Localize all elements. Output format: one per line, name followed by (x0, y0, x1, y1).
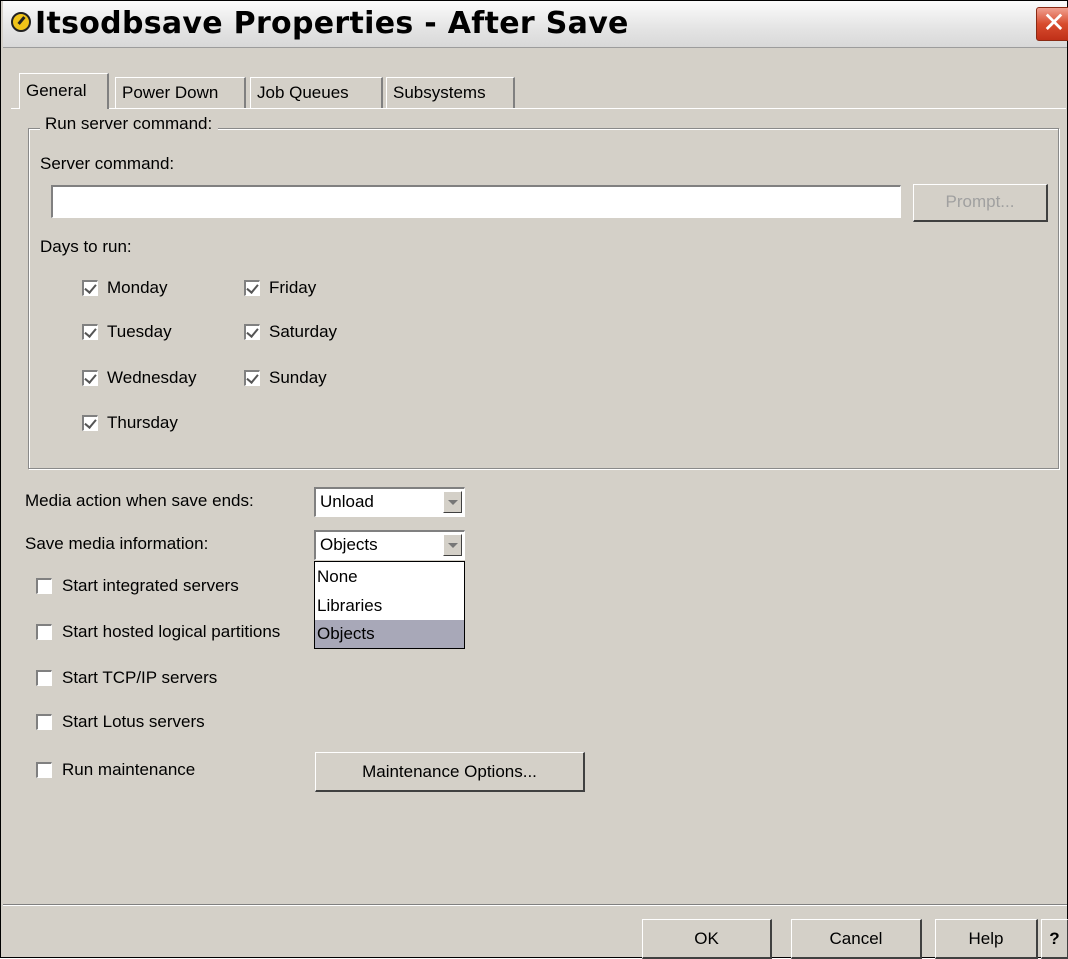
run-maintenance-label: Run maintenance (62, 760, 196, 779)
dropdown-option-none[interactable]: None (315, 563, 464, 591)
tuesday-checkbox[interactable] (82, 324, 98, 340)
wednesday-checkbox[interactable] (82, 370, 98, 386)
tab-panel-border (11, 108, 1066, 109)
save-media-info-dropdown: None Libraries Objects (314, 561, 465, 649)
tab-subsystems[interactable]: Subsystems (386, 77, 515, 109)
tab-job-queues[interactable]: Job Queues (250, 77, 383, 109)
sunday-checkbox[interactable] (244, 370, 260, 386)
thursday-checkbox[interactable] (82, 415, 98, 431)
save-media-info-label: Save media information: (25, 534, 209, 553)
hosted-partitions-label-clip: Start hosted logical partitions (62, 621, 312, 647)
save-media-info-select[interactable]: Objects (314, 530, 465, 560)
friday-label: Friday (269, 278, 317, 297)
cancel-button[interactable]: Cancel (791, 919, 922, 959)
start-integrated-servers-checkbox[interactable] (36, 578, 52, 594)
ok-button[interactable]: OK (642, 919, 772, 959)
saturday-checkbox[interactable] (244, 324, 260, 340)
footer-divider-highlight (3, 905, 1067, 906)
tuesday-label: Tuesday (107, 322, 172, 341)
prompt-button[interactable]: Prompt... (913, 184, 1048, 222)
start-tcpip-servers-checkbox[interactable] (36, 670, 52, 686)
title-bar[interactable]: Itsodbsave Properties - After Save ✕ (3, 1, 1068, 48)
friday-checkbox[interactable] (244, 280, 260, 296)
start-tcpip-servers-label: Start TCP/IP servers (62, 668, 218, 687)
start-integrated-servers-label: Start integrated servers (62, 576, 239, 595)
start-hosted-partitions-checkbox[interactable] (36, 624, 52, 640)
thursday-label: Thursday (107, 413, 178, 432)
days-to-run-label: Days to run: (40, 237, 132, 256)
dropdown-option-objects[interactable]: Objects (315, 620, 464, 648)
wednesday-label: Wednesday (107, 368, 197, 387)
monday-label: Monday (107, 278, 168, 297)
chevron-down-icon[interactable] (443, 491, 462, 513)
maintenance-options-button[interactable]: Maintenance Options... (315, 752, 585, 792)
media-action-label: Media action when save ends: (25, 491, 254, 510)
window-title: Itsodbsave Properties - After Save (35, 6, 629, 41)
server-command-input[interactable] (51, 185, 901, 218)
run-server-command-group (28, 128, 1059, 469)
start-lotus-servers-label: Start Lotus servers (62, 712, 205, 731)
start-hosted-partitions-label: Start hosted logical partitions (62, 622, 281, 641)
whats-this-button[interactable]: ? (1041, 919, 1068, 959)
run-maintenance-checkbox[interactable] (36, 762, 52, 778)
app-icon (11, 12, 31, 32)
close-button[interactable]: ✕ (1036, 7, 1068, 41)
media-action-value: Unload (320, 492, 374, 511)
sunday-label: Sunday (269, 368, 327, 387)
monday-checkbox[interactable] (82, 280, 98, 296)
media-action-select[interactable]: Unload (314, 487, 465, 517)
properties-dialog: Itsodbsave Properties - After Save ✕ Gen… (0, 0, 1068, 959)
tab-general[interactable]: General (19, 73, 109, 109)
saturday-label: Saturday (269, 322, 338, 341)
close-icon: ✕ (1042, 7, 1066, 38)
help-button[interactable]: Help (935, 919, 1038, 959)
chevron-down-icon[interactable] (443, 534, 462, 556)
group-title: Run server command: (40, 114, 219, 134)
save-media-info-value: Objects (320, 535, 378, 554)
server-command-label: Server command: (40, 154, 175, 173)
start-lotus-servers-checkbox[interactable] (36, 714, 52, 730)
dropdown-option-libraries[interactable]: Libraries (315, 592, 464, 620)
tab-power-down[interactable]: Power Down (115, 77, 246, 109)
